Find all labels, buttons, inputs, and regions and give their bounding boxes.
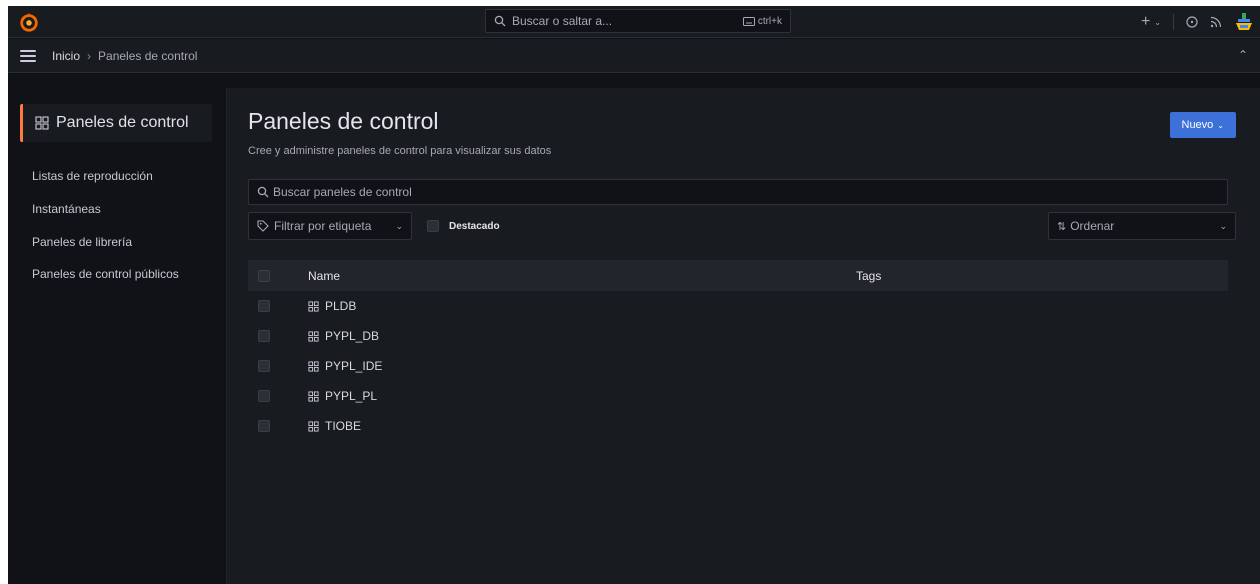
dashboard-link[interactable]: PYPL_DB	[308, 329, 379, 343]
plus-icon: +	[1140, 13, 1151, 30]
chevron-down-icon: ⌄	[1217, 120, 1224, 130]
select-all-checkbox[interactable]	[258, 269, 270, 282]
dashboard-name: PYPL_IDE	[325, 359, 383, 373]
column-header-tags: Tags	[856, 268, 882, 283]
main-content: Paneles de control Cree y administre pan…	[226, 88, 1260, 584]
dashboard-grid-icon	[308, 330, 319, 342]
breadcrumb-current[interactable]: Paneles de control	[98, 49, 197, 63]
sidebar: Paneles de control Listas de reproducció…	[8, 74, 226, 584]
dashboard-grid-icon	[35, 116, 49, 130]
chevron-up-icon[interactable]: ⌃	[1238, 48, 1248, 62]
chevron-down-icon: ⌄	[1154, 17, 1161, 27]
news-button[interactable]	[1210, 16, 1222, 28]
user-avatar-icon	[1236, 13, 1252, 30]
table-row[interactable]: PYPL_DB	[248, 321, 1228, 351]
row-checkbox[interactable]	[258, 300, 270, 312]
shortcut-hint: ctrl+k	[742, 15, 782, 27]
table-row[interactable]: PLDB	[248, 291, 1228, 321]
search-icon	[257, 186, 269, 198]
top-right-actions: + ⌄	[1141, 6, 1254, 38]
sort-select[interactable]: ⇅ Ordenar ⌄	[1048, 212, 1236, 240]
row-checkbox[interactable]	[258, 330, 270, 342]
dashboard-name: PYPL_PL	[325, 389, 378, 403]
tag-filter-label: Filtrar por etiqueta	[274, 219, 372, 233]
help-button[interactable]	[1186, 16, 1198, 28]
chevron-down-icon: ⌄	[1219, 220, 1227, 231]
starred-label: Destacado	[449, 220, 500, 232]
dashboard-link[interactable]: TIOBE	[308, 419, 361, 433]
table-row[interactable]: TIOBE	[248, 411, 1228, 441]
row-checkbox[interactable]	[258, 390, 270, 402]
global-search-input[interactable]: Buscar o saltar a... ctrl+k	[485, 9, 791, 33]
sidebar-header-label: Paneles de control	[56, 114, 189, 131]
dashboard-grid-icon	[308, 360, 319, 372]
grafana-logo-icon[interactable]	[18, 11, 40, 33]
dashboard-name: TIOBE	[325, 419, 362, 433]
table-row[interactable]: PYPL_IDE	[248, 351, 1228, 381]
dashboard-grid-icon	[308, 420, 319, 432]
add-new-button[interactable]: + ⌄	[1141, 13, 1161, 31]
tag-icon	[257, 220, 269, 232]
rss-icon	[1210, 16, 1222, 28]
tag-filter-select[interactable]: Filtrar por etiqueta ⌄	[248, 212, 412, 240]
dashboard-grid-icon	[308, 300, 319, 312]
dashboard-search-placeholder: Buscar paneles de control	[273, 185, 412, 199]
menu-toggle-icon[interactable]	[20, 49, 36, 62]
help-icon	[1186, 16, 1198, 28]
dashboard-link[interactable]: PYPL_IDE	[308, 359, 382, 373]
dashboard-search-input[interactable]: Buscar paneles de control	[248, 179, 1228, 205]
new-button-label: Nuevo	[1181, 119, 1214, 131]
page-subtitle: Cree y administre paneles de control par…	[248, 145, 552, 157]
breadcrumb-bar: Inicio › Paneles de control ⌃	[8, 39, 1260, 73]
keyboard-icon	[742, 16, 755, 26]
dashboard-link[interactable]: PYPL_PL	[308, 389, 377, 403]
search-placeholder: Buscar o saltar a...	[512, 14, 613, 28]
row-checkbox[interactable]	[258, 360, 270, 372]
search-icon	[494, 15, 506, 27]
column-header-name[interactable]: Name	[308, 269, 340, 283]
page-title: Paneles de control	[248, 108, 439, 134]
dashboard-name: PLDB	[325, 299, 357, 313]
top-bar: Buscar o saltar a... ctrl+k + ⌄	[8, 6, 1260, 38]
shortcut-label: ctrl+k	[757, 15, 782, 27]
sidebar-item-public-dashboards[interactable]: Paneles de control públicos	[32, 267, 179, 281]
divider	[1173, 14, 1174, 30]
sort-icon: ⇅	[1057, 220, 1067, 233]
sort-label: Ordenar	[1070, 219, 1115, 233]
dashboard-grid-icon	[308, 390, 319, 402]
sidebar-item-snapshots[interactable]: Instantáneas	[32, 202, 101, 216]
starred-checkbox[interactable]	[427, 220, 439, 232]
sidebar-header[interactable]: Paneles de control	[20, 104, 212, 142]
breadcrumb-home[interactable]: Inicio	[52, 49, 80, 63]
sidebar-item-playlists[interactable]: Listas de reproducción	[32, 169, 153, 183]
profile-button[interactable]	[1234, 12, 1254, 32]
new-button[interactable]: Nuevo ⌄	[1169, 112, 1236, 138]
row-checkbox[interactable]	[258, 420, 270, 432]
breadcrumb-separator: ›	[87, 48, 92, 63]
table-row[interactable]: PYPL_PL	[248, 381, 1228, 411]
starred-filter[interactable]: Destacado	[427, 220, 500, 232]
sidebar-item-library-panels[interactable]: Paneles de librería	[32, 235, 132, 249]
app-window: Buscar o saltar a... ctrl+k + ⌄ Inicio ›…	[8, 6, 1260, 584]
table-header: Name Tags	[248, 260, 1228, 291]
dashboard-link[interactable]: PLDB	[308, 299, 356, 313]
dashboard-name: PYPL_DB	[325, 329, 380, 343]
chevron-down-icon: ⌄	[395, 220, 403, 231]
